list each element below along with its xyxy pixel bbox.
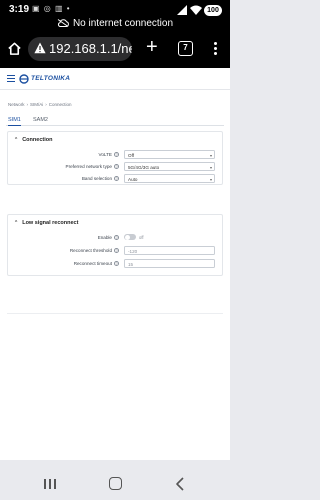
home-button-icon[interactable] — [109, 477, 122, 490]
not-secure-warning-icon[interactable] — [34, 42, 46, 54]
chevron-down-icon: ▾ — [209, 165, 212, 170]
enable-label: Enable — [97, 235, 112, 240]
connection-section-title: Connection — [22, 137, 53, 143]
chevron-up-icon[interactable]: ⌃ — [14, 137, 18, 143]
url-text[interactable]: 192.168.1.1/netw — [49, 41, 132, 56]
reconnect-timeout-input[interactable]: 15 — [124, 259, 215, 268]
battery-badge: 100 — [204, 5, 222, 16]
app-header: TELTONIKA — [0, 68, 230, 90]
enable-state-text: off — [139, 235, 144, 240]
volte-row: VoLTE ? Off ▾ — [8, 150, 224, 160]
help-icon[interactable]: ? — [114, 248, 119, 253]
preferred-network-row: Preferred network type ? 5G/4G/3G auto ▾ — [8, 162, 224, 172]
band-selection-row: Band selection ? Auto ▾ — [8, 174, 224, 184]
recent-apps-icon[interactable] — [44, 479, 56, 489]
chevron-up-icon[interactable]: ⌃ — [14, 220, 18, 226]
volte-value: Off — [128, 153, 135, 158]
tab-switcher-button[interactable]: 7 — [178, 41, 193, 56]
help-icon[interactable]: ? — [114, 235, 119, 240]
breadcrumb: Network › SIM/Ai › Connection — [8, 102, 72, 107]
content-divider — [7, 313, 223, 314]
cell-signal-icon — [177, 5, 187, 15]
low-signal-reconnect-section: ⌃ Low signal reconnect Enable ? off Recon… — [7, 214, 223, 276]
home-icon[interactable] — [7, 41, 22, 56]
sim-tabs: SIM1 SAM2 — [6, 114, 224, 126]
help-icon[interactable]: ? — [114, 152, 119, 157]
reconnect-timeout-label: Reconnect timeout — [73, 261, 112, 266]
connection-section: ⌃ Connection VoLTE ? Off ▾ Preferred netwo… — [7, 131, 223, 185]
toggle-knob — [124, 234, 130, 240]
address-bar[interactable]: 192.168.1.1/netw — [28, 37, 132, 61]
low-signal-section-header[interactable]: ⌃ Low signal reconnect — [14, 220, 78, 226]
wifi-icon — [190, 5, 202, 15]
reconnect-timeout-row: Reconnect timeout ? 15 — [8, 259, 224, 269]
hamburger-menu-icon[interactable] — [7, 75, 15, 83]
address-bar-row: 192.168.1.1/netw + 7 — [0, 34, 230, 64]
preferred-network-select[interactable]: 5G/4G/3G auto ▾ — [124, 162, 215, 171]
help-icon[interactable]: ? — [114, 176, 119, 181]
overflow-menu-icon[interactable] — [212, 41, 218, 57]
cloud-off-icon — [57, 19, 69, 27]
breadcrumb-connection: Connection — [48, 102, 72, 107]
breadcrumb-sim[interactable]: SIM/Ai — [30, 102, 43, 107]
band-selection-select[interactable]: Auto ▾ — [124, 174, 215, 183]
chevron-down-icon: ▾ — [209, 177, 212, 182]
browser-chrome: 3:19 ▣ ◎ ▥ • 100 No internet connection … — [0, 0, 230, 68]
band-selection-value: Auto — [128, 177, 138, 182]
notification-icons: ▣ ◎ ▥ • — [32, 4, 71, 13]
volte-label: VoLTE — [98, 152, 112, 157]
status-time: 3:19 — [9, 4, 30, 15]
preferred-network-value: 5G/4G/3G auto — [128, 165, 160, 170]
brand-name: TELTONIKA — [31, 75, 71, 82]
help-icon[interactable]: ? — [114, 164, 119, 169]
tab-sim2[interactable]: SAM2 — [33, 114, 48, 126]
enable-toggle[interactable] — [124, 234, 136, 240]
tab-sim1[interactable]: SIM1 — [8, 114, 21, 126]
new-tab-button[interactable]: + — [146, 37, 158, 57]
reconnect-threshold-row: Reconnect threshold ? -120 — [8, 246, 224, 256]
reconnect-threshold-input[interactable]: -120 — [124, 246, 215, 255]
web-page: TELTONIKA Network › SIM/Ai › Connection SIM1… — [0, 68, 230, 460]
breadcrumb-network[interactable]: Network — [8, 102, 25, 107]
connection-banner-text: No internet connection — [72, 18, 174, 29]
back-icon[interactable] — [175, 477, 185, 491]
preferred-network-label: Preferred network type — [65, 164, 112, 169]
system-navigation-bar — [0, 460, 230, 500]
connection-section-header[interactable]: ⌃ Connection — [14, 137, 52, 143]
chevron-down-icon: ▾ — [209, 153, 212, 158]
volte-select[interactable]: Off ▾ — [124, 150, 215, 159]
reconnect-threshold-label: Reconnect threshold — [69, 248, 112, 253]
teltonika-logo-icon — [19, 74, 29, 84]
low-signal-section-title: Low signal reconnect — [22, 220, 79, 226]
help-icon[interactable]: ? — [114, 261, 119, 266]
connection-banner: No internet connection — [0, 18, 230, 32]
enable-row: Enable ? off — [8, 233, 224, 243]
band-selection-label: Band selection — [81, 176, 112, 181]
